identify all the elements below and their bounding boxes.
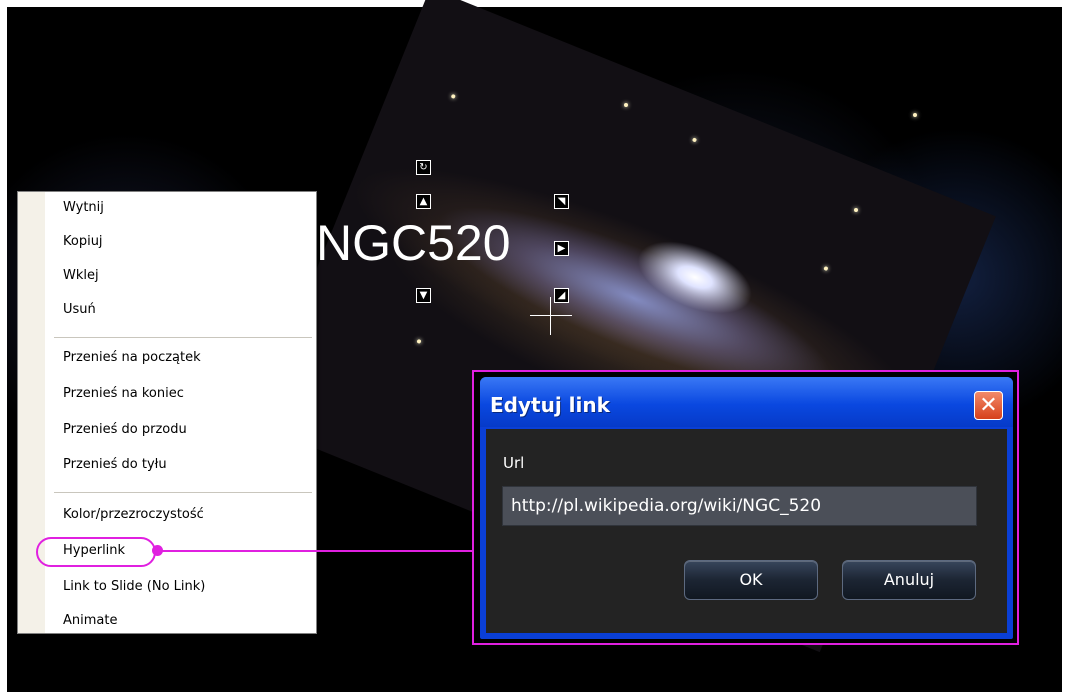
- dialog-body: Url OK Anuluj: [486, 429, 1007, 633]
- edit-link-dialog: Edytuj link ✕ Url OK Anuluj: [480, 377, 1013, 639]
- resize-handle-corner-icon[interactable]: ◢: [554, 288, 569, 303]
- url-label: Url: [503, 454, 525, 472]
- star: [823, 265, 829, 272]
- url-input[interactable]: [502, 486, 977, 526]
- resize-handle-right-icon[interactable]: ▶: [554, 241, 569, 256]
- dialog-title-bar[interactable]: Edytuj link ✕: [480, 377, 1013, 427]
- resize-handle-down-icon[interactable]: ▼: [416, 288, 431, 303]
- menu-item-cut[interactable]: Wytnij: [63, 200, 104, 215]
- star: [854, 208, 858, 212]
- context-menu: Wytnij Kopiuj Wklej Usuń Przenieś na poc…: [17, 191, 317, 634]
- resize-handle-up-icon[interactable]: ▲: [416, 194, 431, 209]
- menu-item-animate[interactable]: Animate: [63, 613, 117, 628]
- menu-separator: [54, 337, 312, 338]
- menu-separator: [54, 492, 312, 493]
- menu-gutter: [18, 192, 45, 633]
- star: [416, 338, 422, 344]
- slide-title-text[interactable]: NGC520: [316, 218, 511, 268]
- crosshair-cursor: [530, 315, 572, 316]
- rotate-handle-icon[interactable]: ↻: [416, 160, 431, 175]
- close-icon[interactable]: ✕: [974, 391, 1003, 420]
- menu-item-bring-forward[interactable]: Przenieś do przodu: [63, 422, 187, 437]
- menu-item-delete[interactable]: Usuń: [63, 302, 96, 317]
- connector-line: [162, 550, 474, 552]
- cancel-button[interactable]: Anuluj: [842, 560, 976, 600]
- menu-item-paste[interactable]: Wklej: [63, 268, 99, 283]
- crosshair-cursor: [550, 297, 551, 335]
- star: [913, 113, 917, 117]
- star: [624, 103, 628, 107]
- dialog-title: Edytuj link: [490, 393, 610, 417]
- resize-handle-corner-icon[interactable]: ◥: [554, 194, 569, 209]
- menu-item-send-to-back[interactable]: Przenieś na koniec: [63, 386, 184, 401]
- menu-item-color-transparency[interactable]: Kolor/przezroczystość: [63, 507, 204, 522]
- hyperlink-highlight-oval: [36, 537, 156, 567]
- menu-item-copy[interactable]: Kopiuj: [63, 234, 103, 249]
- star: [691, 137, 698, 143]
- star: [450, 93, 456, 99]
- menu-item-send-backward[interactable]: Przenieś do tyłu: [63, 457, 167, 472]
- menu-item-bring-to-front[interactable]: Przenieś na początek: [63, 350, 201, 365]
- ok-button[interactable]: OK: [684, 560, 818, 600]
- menu-item-link-to-slide[interactable]: Link to Slide (No Link): [63, 579, 205, 594]
